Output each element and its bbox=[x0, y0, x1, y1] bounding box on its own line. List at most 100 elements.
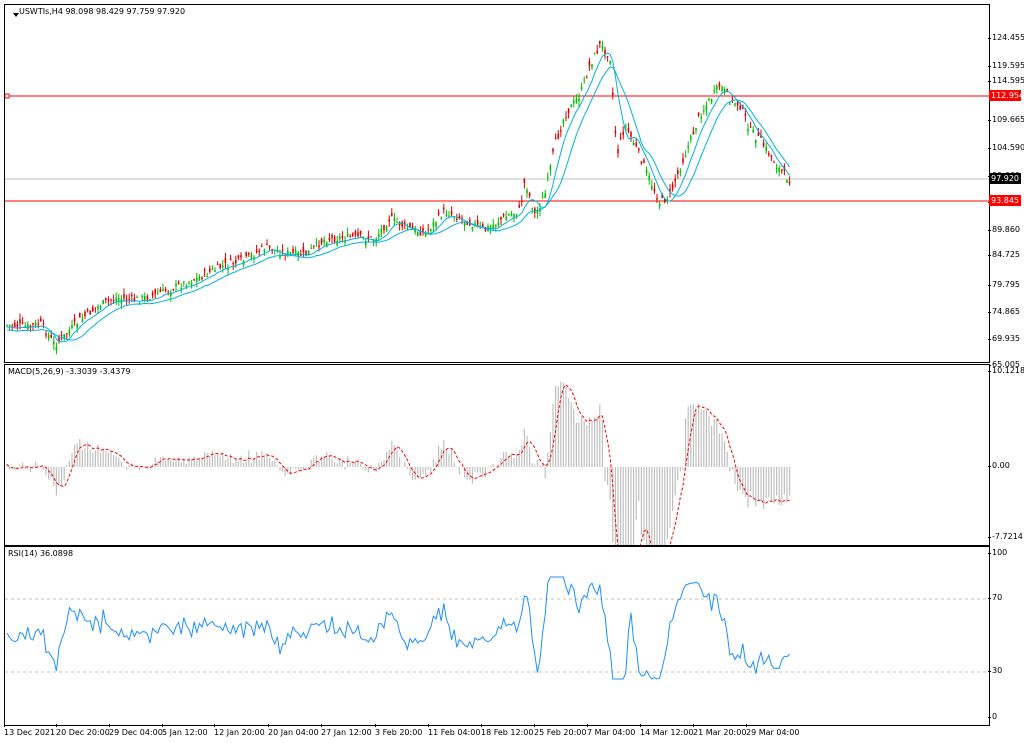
candle-body bbox=[658, 203, 661, 207]
time-axis[interactable]: 13 Dec 2021 20 Dec 20:00 29 Dec 04:00 5 Jan… bbox=[4, 724, 988, 743]
rsi-tick-label: 30 bbox=[987, 666, 1003, 675]
macd-svg bbox=[6, 381, 791, 545]
candle-body bbox=[177, 282, 180, 284]
candle-body bbox=[6, 325, 8, 327]
candle-body bbox=[489, 226, 492, 229]
candle-body bbox=[476, 220, 479, 225]
rsi-tick-label: 100 bbox=[987, 548, 1008, 557]
candle-body bbox=[752, 129, 754, 133]
candle-body bbox=[393, 217, 396, 222]
candle-body bbox=[357, 232, 359, 237]
price-tick-label: 124.455 bbox=[987, 33, 1024, 42]
candle-body bbox=[716, 85, 718, 90]
chart-window[interactable]: USWTIs,H4 98.098 98.429 97.759 97.920 12… bbox=[0, 0, 1024, 743]
candle-body bbox=[141, 295, 143, 298]
price-axis[interactable]: 124.455119.595114.595109.665104.59099.66… bbox=[987, 4, 1024, 369]
candle-body bbox=[245, 252, 247, 256]
candle-body bbox=[112, 299, 115, 301]
candle-body bbox=[583, 79, 585, 81]
rsi-axis[interactable]: 100 70 30 0 bbox=[987, 546, 1024, 724]
candle-body bbox=[638, 148, 640, 151]
candle-body bbox=[287, 250, 289, 254]
candle-body bbox=[708, 99, 710, 101]
candle-body bbox=[99, 306, 102, 308]
candle-body bbox=[518, 205, 520, 208]
candle-body bbox=[359, 231, 362, 235]
candle-body bbox=[102, 300, 104, 304]
candle-body bbox=[320, 238, 323, 244]
candle-body bbox=[781, 169, 783, 172]
candle-body bbox=[27, 324, 29, 330]
candle-body bbox=[214, 270, 216, 272]
candle-body bbox=[718, 82, 721, 87]
candle-body bbox=[172, 289, 175, 291]
candle-body bbox=[34, 322, 37, 327]
candle-body bbox=[333, 236, 336, 242]
candle-body bbox=[391, 212, 393, 216]
candle-body bbox=[713, 90, 715, 92]
candle-body bbox=[591, 64, 593, 68]
candle-body bbox=[562, 120, 565, 124]
candle-body bbox=[201, 277, 203, 280]
candle-body bbox=[209, 268, 211, 272]
candle-body bbox=[461, 217, 463, 219]
price-tick-label: 84.725 bbox=[988, 250, 1020, 259]
price-tick-label: 69.935 bbox=[988, 334, 1020, 343]
macd-tick-label: 10.1218 bbox=[987, 366, 1024, 375]
candle-body bbox=[445, 213, 448, 217]
time-tick-label: 5 Jan 12:00 bbox=[162, 724, 208, 737]
candle-body bbox=[19, 319, 21, 324]
candle-body bbox=[349, 236, 351, 238]
candle-body bbox=[523, 178, 526, 184]
candle-body bbox=[606, 56, 609, 58]
rsi-tick-label: 70 bbox=[987, 593, 1003, 602]
candle-body bbox=[164, 288, 167, 292]
candle-body bbox=[500, 217, 502, 220]
candle-body bbox=[76, 324, 78, 328]
candle-body bbox=[651, 185, 653, 190]
macd-axis[interactable]: 10.1218 0.00 -7.7214 bbox=[987, 364, 1024, 544]
candle-body bbox=[588, 61, 591, 67]
candle-body bbox=[89, 311, 91, 315]
candle-body bbox=[136, 297, 138, 299]
time-tick-label: 27 Jan 12:00 bbox=[321, 724, 372, 737]
candle-body bbox=[378, 234, 380, 237]
candle-body bbox=[401, 221, 403, 227]
candle-body bbox=[508, 214, 510, 216]
candle-body bbox=[157, 293, 159, 295]
price-tick-label: 74.865 bbox=[988, 307, 1020, 316]
candle-body bbox=[437, 212, 440, 215]
candle-body bbox=[690, 136, 692, 140]
candle-body bbox=[409, 223, 411, 227]
candle-body bbox=[266, 243, 268, 245]
rsi-pane[interactable]: RSI(14) 36.0898 bbox=[4, 546, 990, 726]
rsi-tick-label: 0 bbox=[987, 712, 998, 721]
price-tick-label: 79.795 bbox=[988, 280, 1020, 289]
current-price-badge: 97.920 bbox=[989, 173, 1021, 184]
candle-body bbox=[586, 77, 588, 79]
candle-body bbox=[749, 126, 752, 128]
candle-body bbox=[105, 297, 107, 300]
candle-body bbox=[188, 281, 190, 283]
candle-body bbox=[8, 324, 11, 326]
candle-body bbox=[674, 178, 676, 182]
candle-body bbox=[222, 265, 224, 268]
candle-body bbox=[695, 128, 697, 131]
candle-body bbox=[24, 325, 26, 327]
candle-body bbox=[721, 86, 723, 91]
macd-pane[interactable]: MACD(5,26,9) -3.3039 -3.4379 bbox=[4, 364, 990, 546]
candle-body bbox=[653, 188, 656, 192]
candle-body bbox=[630, 131, 632, 137]
candle-body bbox=[570, 104, 572, 108]
price-tick-label: 114.595 bbox=[987, 76, 1024, 85]
candle-body bbox=[697, 112, 700, 116]
candle-body bbox=[432, 221, 435, 227]
candle-body bbox=[456, 218, 458, 220]
candle-body bbox=[541, 197, 544, 199]
candle-body bbox=[788, 181, 791, 184]
candle-body bbox=[648, 175, 650, 181]
candle-body bbox=[643, 159, 645, 163]
candle-body bbox=[323, 239, 325, 243]
symbol-header: USWTIs,H4 98.098 98.429 97.759 97.920 bbox=[19, 7, 186, 16]
price-pane[interactable]: USWTIs,H4 98.098 98.429 97.759 97.920 bbox=[4, 4, 990, 363]
